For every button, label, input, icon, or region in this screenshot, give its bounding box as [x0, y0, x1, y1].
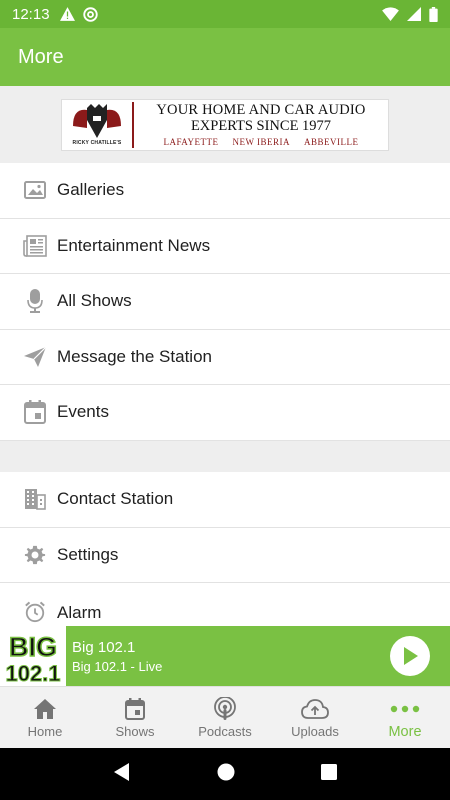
menu-item-label: Contact Station	[57, 489, 174, 509]
ad-logo: RICKY CHATILLE'S	[62, 99, 132, 151]
menu-group-primary: Galleries Entertainment News All Shows M…	[0, 163, 450, 441]
nav-label: Home	[27, 724, 63, 739]
ad-headline-1: YOUR HOME AND CAR AUDIO	[156, 102, 366, 118]
ad-locations: LAFAYETTE NEW IBERIA ABBEVILLE	[134, 137, 388, 147]
station-logo: BIG 102.1	[0, 626, 66, 686]
ad-area: RICKY CHATILLE'S YOUR HOME AND CAR AUDIO…	[0, 86, 450, 163]
now-playing-subtitle: Big 102.1 - Live	[72, 658, 163, 674]
alarm-clock-icon	[0, 601, 57, 623]
menu-item-message-station[interactable]: Message the Station	[0, 330, 450, 385]
ad-location: ABBEVILLE	[304, 137, 359, 147]
at-sign-icon	[82, 6, 98, 22]
menu-item-events[interactable]: Events	[0, 385, 450, 441]
menu-item-label: Settings	[57, 544, 119, 564]
now-playing-bar[interactable]: BIG 102.1 Big 102.1 Big 102.1 - Live	[0, 626, 450, 686]
home-icon	[34, 696, 56, 722]
menu-item-label: Alarm	[57, 603, 102, 622]
nav-label: More	[388, 723, 422, 740]
nav-label: Podcasts	[198, 724, 252, 739]
nav-label: Shows	[115, 724, 155, 739]
ad-location: NEW IBERIA	[232, 137, 291, 147]
play-icon	[404, 647, 418, 665]
ad-banner[interactable]: RICKY CHATILLE'S YOUR HOME AND CAR AUDIO…	[61, 98, 389, 151]
nav-shows[interactable]: Shows	[90, 687, 180, 748]
nav-label: Uploads	[291, 724, 339, 739]
status-bar: 12:13	[0, 0, 450, 28]
ad-location: LAFAYETTE	[163, 137, 219, 147]
ad-logo-text: RICKY CHATILLE'S	[72, 139, 122, 146]
menu-item-entertainment-news[interactable]: Entertainment News	[0, 219, 450, 274]
calendar-icon	[0, 400, 57, 425]
menu-item-galleries[interactable]: Galleries	[0, 163, 450, 219]
menu-item-settings[interactable]: Settings	[0, 528, 450, 583]
nav-more[interactable]: More	[360, 687, 450, 748]
station-logo-frequency: 102.1	[5, 661, 60, 684]
menu-item-alarm[interactable]: Alarm	[0, 583, 450, 627]
send-icon	[0, 346, 57, 367]
wifi-icon	[382, 7, 399, 21]
page-title: More	[18, 45, 64, 68]
back-icon[interactable]	[113, 762, 131, 786]
image-icon	[0, 181, 57, 200]
gear-icon	[0, 544, 57, 566]
calendar-icon	[125, 696, 145, 722]
microphone-icon	[0, 289, 57, 314]
menu-item-label: All Shows	[57, 291, 132, 311]
nav-home[interactable]: Home	[0, 687, 90, 748]
menu-item-label: Entertainment News	[57, 235, 211, 255]
warning-icon	[59, 7, 75, 21]
status-time: 12:13	[12, 5, 50, 23]
nav-podcasts[interactable]: Podcasts	[180, 687, 270, 748]
signal-icon	[407, 7, 421, 21]
menu-item-label: Events	[57, 402, 109, 422]
recents-icon[interactable]	[321, 763, 337, 785]
play-button[interactable]	[390, 636, 430, 676]
newspaper-icon	[0, 234, 57, 257]
station-logo-big: BIG	[9, 632, 57, 662]
menu-item-all-shows[interactable]: All Shows	[0, 274, 450, 330]
ad-headline-2: EXPERTS SINCE 1977	[190, 118, 332, 134]
bottom-nav: Home Shows Podcasts Uploads More	[0, 686, 450, 748]
now-playing-title: Big 102.1	[72, 638, 136, 656]
ad-logo-graphic	[73, 103, 121, 138]
menu-item-label: Message the Station	[57, 346, 212, 366]
menu-item-contact-station[interactable]: Contact Station	[0, 472, 450, 528]
cloud-upload-icon	[301, 696, 329, 722]
battery-icon	[429, 6, 438, 22]
system-nav-bar	[0, 748, 450, 800]
home-circle-icon[interactable]	[217, 763, 235, 786]
ad-text: YOUR HOME AND CAR AUDIO EXPERTS SINCE 19…	[134, 102, 388, 147]
podcast-icon	[213, 696, 237, 722]
more-dots-icon	[390, 696, 420, 722]
menu-item-label: Galleries	[57, 180, 125, 200]
building-icon	[0, 488, 57, 511]
nav-uploads[interactable]: Uploads	[270, 687, 360, 748]
menu-group-secondary: Contact Station Settings Alarm	[0, 472, 450, 627]
app-bar: More	[0, 28, 450, 86]
now-playing-info: Big 102.1 Big 102.1 - Live	[66, 639, 390, 674]
